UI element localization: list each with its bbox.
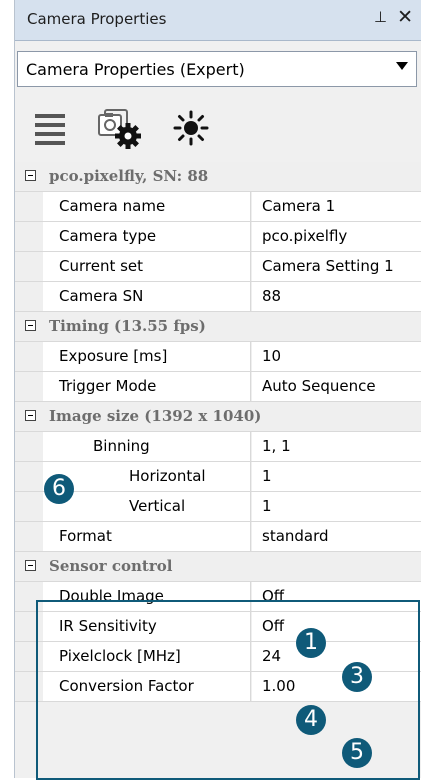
- property-name: Double Image: [43, 582, 251, 611]
- list-view-button[interactable]: [31, 98, 77, 154]
- view-mode-dropdown[interactable]: Camera Properties (Expert): [17, 51, 417, 87]
- view-mode-selected: Camera Properties (Expert): [26, 60, 245, 79]
- property-name: Horizontal: [43, 462, 251, 491]
- collapse-icon[interactable]: [25, 320, 36, 331]
- category-camera[interactable]: pco.pixelfly, SN: 88: [15, 162, 421, 192]
- panel-title-bar: Camera Properties ⊥ ✕: [15, 0, 421, 41]
- property-value[interactable]: 24: [252, 642, 421, 671]
- camera-settings-button[interactable]: [95, 98, 147, 154]
- collapse-icon[interactable]: [25, 560, 36, 571]
- property-row-ir-sensitivity[interactable]: IR Sensitivity Off: [15, 612, 421, 642]
- toolbar: [15, 92, 421, 162]
- property-row-trigger-mode[interactable]: Trigger Mode Auto Sequence: [15, 372, 421, 402]
- property-name: Vertical: [43, 492, 251, 521]
- property-name: Current set: [43, 252, 251, 281]
- property-value[interactable]: Off: [252, 582, 421, 611]
- property-value[interactable]: Camera Setting 1: [252, 252, 421, 281]
- property-row-current-set[interactable]: Current set Camera Setting 1: [15, 252, 421, 282]
- property-row-format[interactable]: Format standard: [15, 522, 421, 552]
- property-name: Pixelclock [MHz]: [43, 642, 251, 671]
- property-name: Trigger Mode: [43, 372, 251, 401]
- category-label: pco.pixelfly, SN: 88: [49, 167, 209, 185]
- property-value[interactable]: standard: [252, 522, 421, 551]
- callout-badge-1: 1: [296, 628, 326, 658]
- property-value[interactable]: 1.00: [252, 672, 421, 701]
- chevron-down-icon[interactable]: [396, 62, 408, 70]
- property-value[interactable]: pco.pixelfly: [252, 222, 421, 251]
- callout-badge-5: 5: [342, 738, 372, 768]
- property-value[interactable]: Camera 1: [252, 192, 421, 221]
- property-row-camera-sn[interactable]: Camera SN 88: [15, 282, 421, 312]
- brightness-icon: [173, 110, 209, 146]
- property-row-camera-type[interactable]: Camera type pco.pixelfly: [15, 222, 421, 252]
- property-row-binning[interactable]: Binning 1, 1: [15, 432, 421, 462]
- property-name: Camera name: [43, 192, 251, 221]
- close-icon[interactable]: ✕: [397, 6, 413, 28]
- category-image-size[interactable]: Image size (1392 x 1040): [15, 402, 421, 432]
- category-label: Sensor control: [49, 557, 173, 575]
- property-value[interactable]: 1, 1: [252, 432, 421, 461]
- property-row-double-image[interactable]: Double Image Off: [15, 582, 421, 612]
- property-row-camera-name[interactable]: Camera name Camera 1: [15, 192, 421, 222]
- category-label: Image size (1392 x 1040): [49, 407, 262, 425]
- property-value[interactable]: 1: [252, 462, 421, 491]
- property-name: Format: [43, 522, 251, 551]
- property-name: Binning: [43, 432, 251, 461]
- collapse-icon[interactable]: [25, 410, 36, 421]
- property-name: Camera type: [43, 222, 251, 251]
- category-sensor-control[interactable]: Sensor control: [15, 552, 421, 582]
- property-name: Exposure [ms]: [43, 342, 251, 371]
- category-label: Timing (13.55 fps): [49, 317, 206, 335]
- property-value[interactable]: 10: [252, 342, 421, 371]
- panel-title: Camera Properties: [27, 10, 167, 28]
- collapse-icon[interactable]: [25, 170, 36, 181]
- property-grid: pco.pixelfly, SN: 88 Camera name Camera …: [15, 162, 421, 702]
- list-icon: [35, 114, 65, 145]
- callout-badge-6: 6: [44, 474, 74, 504]
- property-name: Camera SN: [43, 282, 251, 311]
- property-value[interactable]: 88: [252, 282, 421, 311]
- property-name: Conversion Factor: [43, 672, 251, 701]
- pin-icon[interactable]: ⊥: [374, 8, 387, 26]
- callout-badge-4: 4: [296, 705, 326, 735]
- callout-badge-3: 3: [342, 662, 372, 692]
- brightness-button[interactable]: [169, 98, 215, 154]
- category-timing[interactable]: Timing (13.55 fps): [15, 312, 421, 342]
- property-value[interactable]: Off: [252, 612, 421, 641]
- property-row-horizontal[interactable]: Horizontal 1: [15, 462, 421, 492]
- property-row-vertical[interactable]: Vertical 1: [15, 492, 421, 522]
- property-row-exposure[interactable]: Exposure [ms] 10: [15, 342, 421, 372]
- property-value[interactable]: 1: [252, 492, 421, 521]
- property-value[interactable]: Auto Sequence: [252, 372, 421, 401]
- property-name: IR Sensitivity: [43, 612, 251, 641]
- camera-settings-icon: [98, 109, 141, 149]
